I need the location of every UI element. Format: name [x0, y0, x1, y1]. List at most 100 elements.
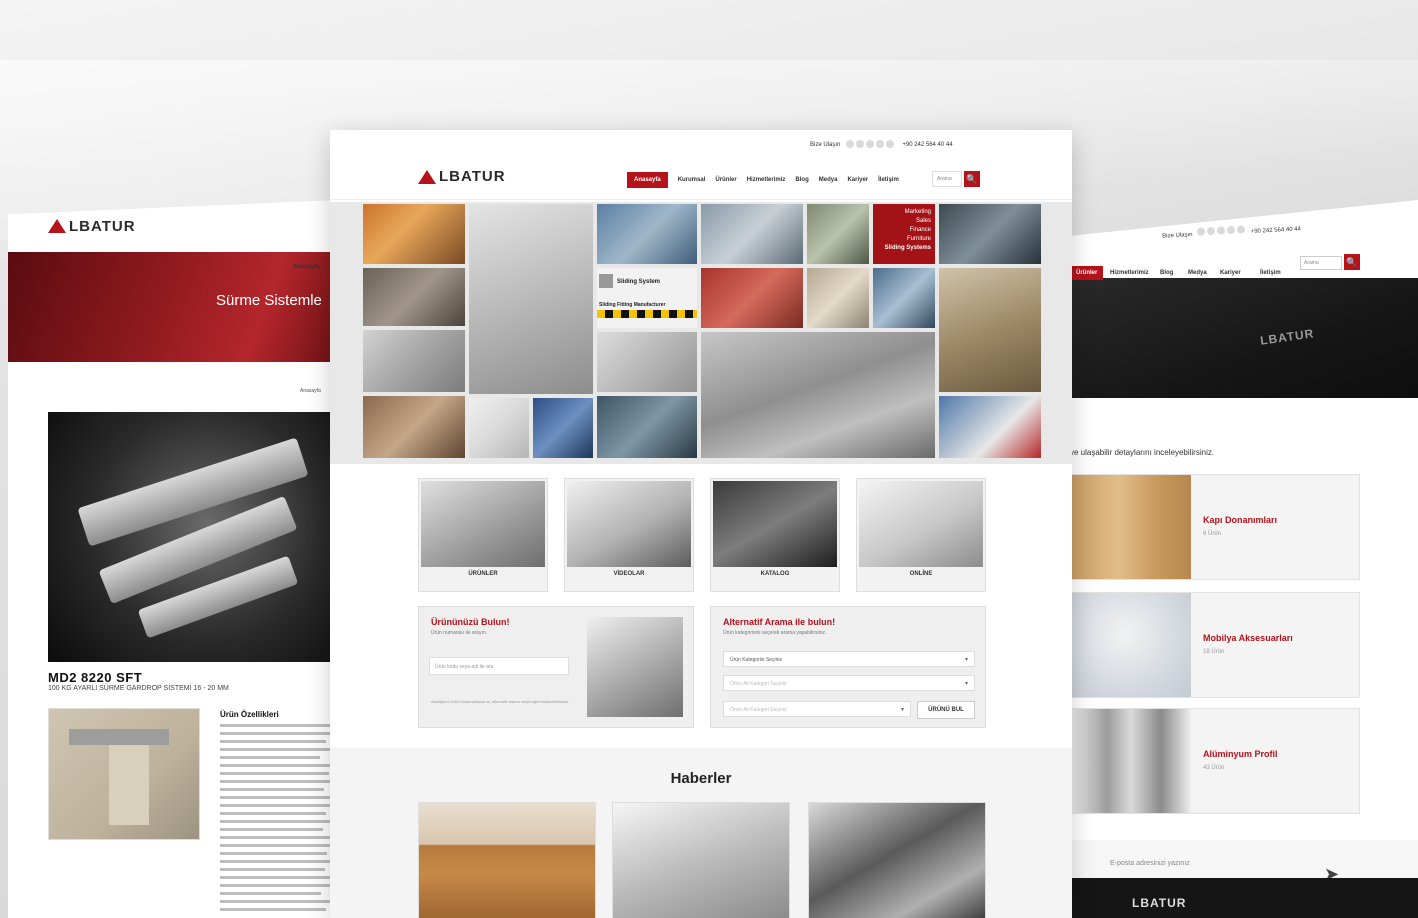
category-count: 43 Ürün	[1203, 765, 1225, 771]
logo-mark-icon	[48, 219, 66, 233]
mosaic-photo	[533, 398, 593, 458]
mosaic-photo	[701, 204, 803, 264]
nav-item-home[interactable]: Anasayfa	[627, 172, 668, 188]
logo[interactable]: LBATUR	[418, 168, 506, 185]
quick-link-label: VİDEOLAR	[613, 571, 645, 577]
breadcrumb[interactable]: Anasayfa	[300, 388, 321, 394]
find-product-button[interactable]: ÜRÜNÜ BUL	[917, 701, 975, 719]
news-card[interactable]	[418, 802, 596, 918]
nav-item-services[interactable]: Hizmetlerimiz	[1110, 270, 1149, 276]
search-icon[interactable]: 🔍	[964, 171, 980, 187]
newsletter-input[interactable]: E-posta adresinizi yazınız	[1110, 860, 1190, 867]
news-card[interactable]	[612, 802, 790, 918]
nav-item-products[interactable]: Ürünler	[1070, 266, 1104, 280]
news-card[interactable]	[808, 802, 986, 918]
mosaic-photo	[597, 332, 697, 392]
mosaic-photo	[807, 204, 869, 264]
mosaic-red-tile: Marketing Sales Finance Furniture Slidin…	[873, 204, 935, 264]
quick-link-videos[interactable]: VİDEOLAR	[564, 478, 694, 592]
nav-item-contact[interactable]: İletişim	[878, 177, 899, 183]
footer	[1070, 878, 1418, 918]
product-code: MD2 8220 SFT	[48, 670, 143, 685]
subcategory2-select[interactable]: Önce Alt Kategori Seçiniz ▾	[723, 701, 911, 717]
category-image	[1071, 593, 1191, 697]
find-product-subtitle: Ürün numarası ile arayın.	[431, 630, 488, 636]
product-search-input[interactable]: Ürün kodu veya adı ile ara	[429, 657, 569, 675]
category-card[interactable]: Kapı Donanımları 6 Ürün	[1070, 474, 1360, 580]
category-count: 6 Ürün	[1203, 531, 1222, 537]
mosaic-photo	[939, 204, 1041, 264]
nav-item-media[interactable]: Medya	[819, 177, 838, 183]
nav-item-blog[interactable]: Blog	[1160, 270, 1173, 276]
find-product-box: Ürününüzü Bulun! Ürün numarası ile arayı…	[418, 606, 694, 728]
news-section: Haberler	[330, 748, 1072, 918]
find-product-title: Ürününüzü Bulun!	[431, 617, 510, 627]
search-input[interactable]: Arama	[1300, 256, 1342, 270]
mosaic-photo	[701, 332, 935, 458]
nav-item-services[interactable]: Hizmetlerimiz	[747, 177, 786, 183]
topbar: Bize Ulaşın +90 242 564 40 44	[330, 130, 1072, 160]
hero-mosaic: Marketing Sales Finance Furniture Slidin…	[330, 202, 1072, 464]
mosaic-photo	[469, 204, 593, 394]
product-thumbnail[interactable]	[48, 708, 200, 840]
category-card[interactable]: Mobilya Aksesuarları 18 Ürün	[1070, 592, 1360, 698]
nav-item-career[interactable]: Kariyer	[1220, 270, 1241, 276]
search-input[interactable]: Arama	[932, 171, 962, 187]
logo-text: LBATUR	[439, 168, 506, 185]
quick-link-catalog[interactable]: KATALOG	[710, 478, 840, 592]
mosaic-photo	[807, 268, 869, 328]
hero-title: Sürme Sistemle	[216, 292, 322, 309]
mosaic-photo	[701, 268, 803, 328]
mosaic-photo	[363, 204, 465, 264]
logo-text: LBATUR	[69, 217, 136, 235]
logo-mark-icon	[418, 169, 436, 184]
category-page: Bize Ulaşın +90 242 564 40 44 LBATUR Ürü…	[1070, 200, 1418, 918]
phone-number[interactable]: +90 242 564 40 44	[1251, 226, 1301, 235]
alt-search-title: Alternatif Arama ile bulun!	[723, 617, 836, 627]
category-card[interactable]: Alüminyum Profil 43 Ürün	[1070, 708, 1360, 814]
main-nav: Anasayfa Kurumsal Ürünler Hizmetlerimiz …	[627, 172, 899, 188]
nav-item-career[interactable]: Kariyer	[847, 177, 868, 183]
nav-item-home[interactable]: Anasayfa	[293, 264, 320, 270]
product-subtitle: 100 KG AYARLI SÜRME GARDROP SİSTEMİ 16 -…	[48, 685, 229, 692]
mosaic-photo	[469, 398, 529, 458]
mosaic-photo	[873, 268, 935, 328]
mosaic-photo	[363, 268, 465, 326]
mosaic-photo	[939, 268, 1041, 392]
contact-link[interactable]: Bize Ulaşın	[1162, 232, 1193, 240]
category-select[interactable]: Ürün Kategorisi Seçiniz ▾	[723, 651, 975, 667]
homepage: Bize Ulaşın +90 242 564 40 44 LBATUR Ana…	[330, 130, 1072, 918]
mosaic-sliding-tile: Sliding System Sliding Fitting Manufactu…	[597, 268, 697, 328]
nav-item-media[interactable]: Medya	[1188, 270, 1207, 276]
quick-link-label: ONLİNE	[909, 571, 933, 577]
red-tile-line: Finance	[909, 227, 931, 233]
sliding-system-label: Sliding System	[617, 279, 661, 285]
mosaic-photo	[939, 396, 1041, 458]
quick-links: ÜRÜNLER VİDEOLAR KATALOG ONLİNE	[418, 478, 986, 592]
chevron-down-icon: ▾	[964, 681, 968, 687]
mosaic-photo	[363, 396, 465, 458]
logo[interactable]: LBATUR	[48, 218, 136, 235]
nav-item-contact[interactable]: İletişim	[1260, 270, 1281, 276]
main-nav: Ürünler Hizmetlerimiz Blog Medya Kariyer…	[1070, 258, 1418, 288]
subcategory-select[interactable]: Önce Alt Kategori Seçiniz ▾	[723, 675, 975, 691]
mosaic-photo	[597, 396, 697, 458]
nav-item-corporate[interactable]: Kurumsal	[678, 177, 706, 183]
footer-logo[interactable]: LBATUR	[1132, 896, 1186, 910]
quick-link-online[interactable]: ONLİNE	[856, 478, 986, 592]
right-topbar: Bize Ulaşın +90 242 564 40 44	[1162, 222, 1301, 240]
product-image	[48, 412, 338, 662]
phone-number[interactable]: +90 242 564 40 44	[902, 142, 952, 148]
product-detail-page: LBATUR Anasayfa Sürme Sistemle Anasayfa …	[8, 200, 338, 918]
contact-link[interactable]: Bize Ulaşın	[810, 142, 840, 148]
nav-item-blog[interactable]: Blog	[795, 177, 808, 183]
quick-link-image	[567, 481, 691, 567]
category-select-value: Ürün Kategorisi Seçiniz	[730, 657, 782, 663]
quick-link-image	[421, 481, 545, 567]
quick-link-products[interactable]: ÜRÜNLER	[418, 478, 548, 592]
category-image	[1071, 475, 1191, 579]
search-icon[interactable]: 🔍	[1344, 254, 1360, 270]
social-icons[interactable]	[846, 140, 896, 150]
features-title: Ürün Özellikleri	[220, 710, 279, 719]
nav-item-products[interactable]: Ürünler	[715, 177, 736, 183]
